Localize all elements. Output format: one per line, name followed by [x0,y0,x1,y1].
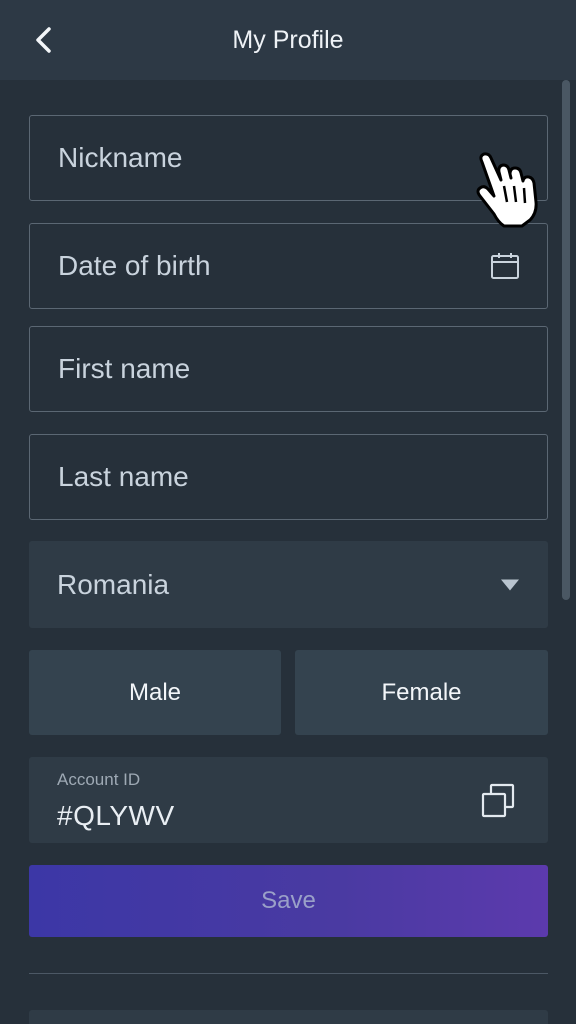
save-button-label: Save [261,887,316,914]
page-title: My Profile [232,26,344,54]
account-id-box: Account ID #QLYWV [29,757,548,843]
gender-male-button[interactable]: Male [29,650,281,735]
app-header: My Profile [0,0,576,80]
gender-female-button[interactable]: Female [295,650,548,735]
gender-male-label: Male [128,678,182,706]
save-button[interactable]: Save [29,865,548,937]
profile-screen: My Profile Nickname Date of birth First … [0,0,576,1024]
copy-icon[interactable] [480,783,516,819]
bottom-section [29,1010,548,1024]
first-name-placeholder: First name [58,353,191,384]
last-name-field[interactable]: Last name [29,434,548,520]
date-of-birth-field[interactable]: Date of birth [29,223,548,309]
chevron-down-icon [501,579,519,590]
country-value: Romania [57,568,170,600]
scrollbar-thumb[interactable] [562,80,570,600]
nickname-field[interactable]: Nickname [29,115,548,201]
account-id-label: Account ID [57,770,141,789]
divider [29,973,548,974]
gender-female-label: Female [381,678,462,706]
first-name-field[interactable]: First name [29,326,548,412]
calendar-icon[interactable] [489,250,521,282]
account-id-value: #QLYWV [57,800,175,831]
country-select[interactable]: Romania [29,541,548,628]
scrollbar[interactable] [562,80,570,1024]
date-of-birth-placeholder: Date of birth [58,250,211,281]
nickname-placeholder: Nickname [58,142,183,173]
last-name-placeholder: Last name [58,461,189,492]
